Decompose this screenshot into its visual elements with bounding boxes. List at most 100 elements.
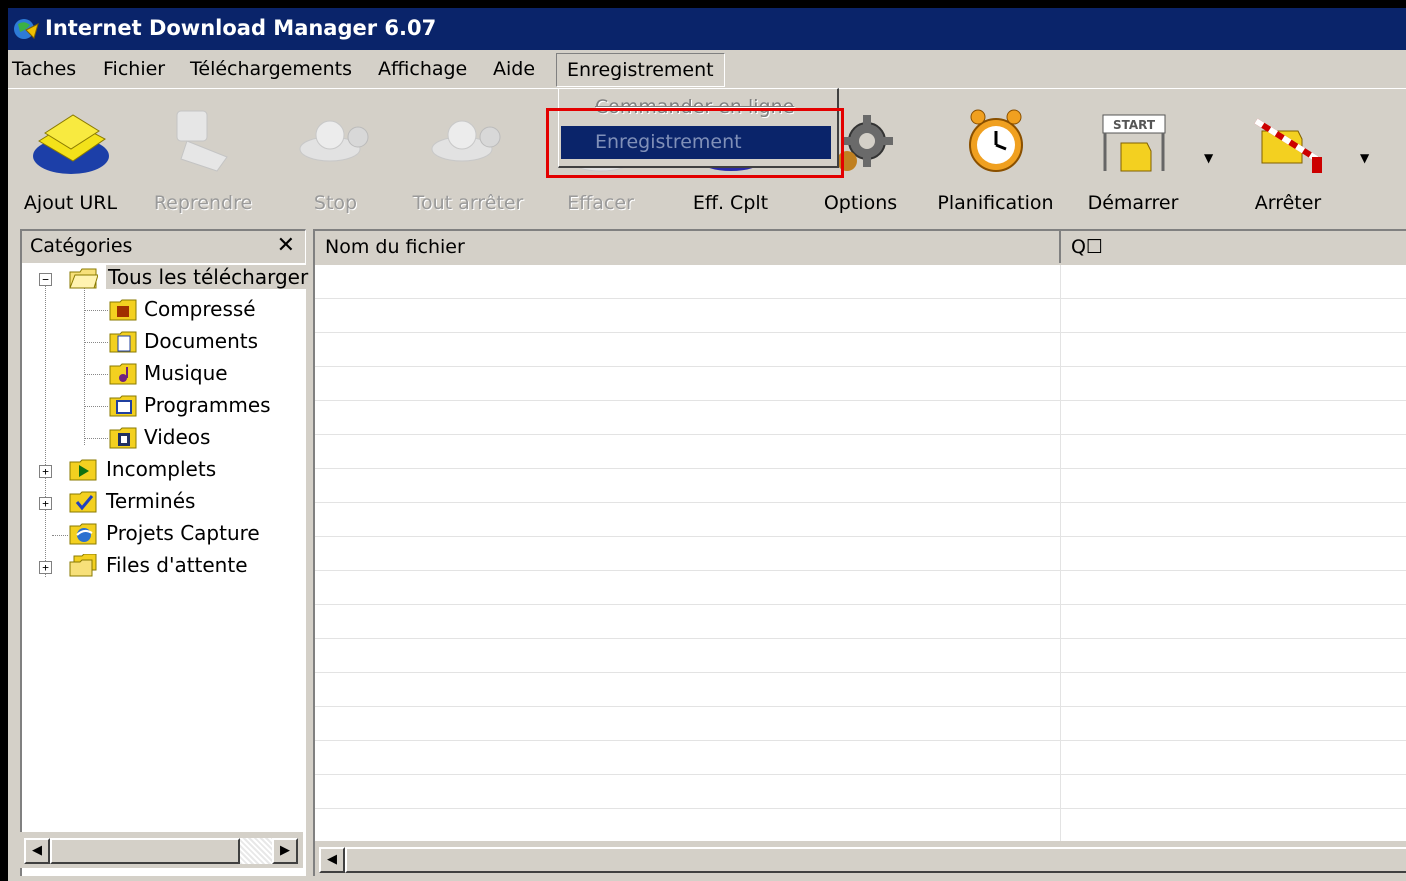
scheduler-button[interactable]: Planification <box>928 89 1063 224</box>
table-row[interactable] <box>315 571 1406 605</box>
tree-item-finished[interactable]: + Terminés <box>22 487 305 517</box>
folder-document-icon <box>109 331 137 353</box>
scrollbar-track[interactable] <box>240 838 272 864</box>
resume-icon <box>176 110 228 172</box>
tree-item-label: Programmes <box>144 393 271 417</box>
tree-item-all-downloads[interactable]: − Tous les télécharger <box>22 263 311 293</box>
categories-panel: Catégories ✕ − Tous les télécharger Comp… <box>20 229 311 876</box>
table-row[interactable] <box>315 503 1406 537</box>
column-label: Nom du fichier <box>325 236 465 258</box>
menu-bar: Taches Fichier Téléchargements Affichage… <box>8 50 1406 87</box>
menu-enregistrement[interactable]: Enregistrement <box>556 53 725 87</box>
list-horizontal-scrollbar[interactable]: ◀ <box>315 841 1406 876</box>
table-row[interactable] <box>315 265 1406 299</box>
table-row[interactable] <box>315 435 1406 469</box>
table-row[interactable] <box>315 673 1406 707</box>
scrollbar-thumb[interactable] <box>345 847 1406 873</box>
column-filename[interactable]: Nom du fichier <box>315 231 1061 263</box>
start-queue-label: Démarrer <box>1087 192 1179 214</box>
table-row[interactable] <box>315 299 1406 333</box>
table-row[interactable] <box>315 367 1406 401</box>
folder-incomplete-icon <box>69 459 97 481</box>
tree-item-programs[interactable]: Programmes <box>22 391 305 421</box>
options-label: Options <box>823 192 898 214</box>
table-row[interactable] <box>315 401 1406 435</box>
table-row[interactable] <box>315 741 1406 775</box>
start-queue-button[interactable]: START Démarrer <box>1068 89 1198 224</box>
tree-item-label: Projets Capture <box>106 521 260 545</box>
collapse-icon[interactable]: − <box>39 273 52 286</box>
tree-item-compressed[interactable]: Compressé <box>22 295 305 325</box>
tree-item-label: Musique <box>144 361 228 385</box>
add-url-button[interactable]: Ajout URL <box>8 89 133 224</box>
add-url-icon <box>32 114 109 174</box>
scroll-left-icon[interactable]: ◀ <box>319 847 345 873</box>
expand-icon[interactable]: + <box>39 497 52 510</box>
stop-queue-button[interactable]: Arrêter <box>1223 89 1353 224</box>
categories-header: Catégories ✕ <box>22 231 305 263</box>
tree-item-label: Tous les télécharger <box>106 265 311 289</box>
window-title: Internet Download Manager 6.07 <box>45 16 437 40</box>
close-icon[interactable]: ✕ <box>277 233 295 258</box>
list-header: Nom du fichier Q☐ <box>315 231 1406 265</box>
stop-all-label: Tout arrêter <box>412 192 524 214</box>
expand-icon[interactable]: + <box>39 465 52 478</box>
column-size[interactable]: Q☐ <box>1061 231 1406 263</box>
menu-affichage[interactable]: Affichage <box>378 55 467 83</box>
scroll-right-icon[interactable]: ▶ <box>272 838 298 864</box>
table-row[interactable] <box>315 775 1406 809</box>
stop-queue-icon <box>1254 118 1322 173</box>
scroll-left-icon[interactable]: ◀ <box>24 838 50 864</box>
stop-all-button[interactable]: Tout arrêter <box>403 89 533 224</box>
svg-text:START: START <box>1113 118 1156 132</box>
stop-button[interactable]: Stop <box>273 89 398 224</box>
folder-program-icon <box>109 395 137 417</box>
expand-icon[interactable]: + <box>39 561 52 574</box>
menu-fichier[interactable]: Fichier <box>103 55 165 83</box>
download-list: Nom du fichier Q☐ ◀ <box>313 229 1406 876</box>
table-row[interactable] <box>315 333 1406 367</box>
tree-item-queues[interactable]: + Files d'attente <box>22 551 305 581</box>
tree-item-label: Files d'attente <box>106 553 248 577</box>
table-row[interactable] <box>315 809 1406 843</box>
categories-horizontal-scrollbar[interactable]: ◀ ▶ <box>20 832 303 868</box>
tree-item-label: Documents <box>144 329 259 353</box>
start-queue-icon: START <box>1102 114 1166 172</box>
scrollbar-thumb[interactable] <box>50 838 240 864</box>
folder-music-icon <box>109 363 137 385</box>
tree-item-videos[interactable]: Videos <box>22 423 305 453</box>
menu-telechargements[interactable]: Téléchargements <box>190 55 352 83</box>
folder-video-icon <box>109 427 137 449</box>
delete-completed-label: Eff. Cplt <box>692 192 769 214</box>
title-bar[interactable]: Internet Download Manager 6.07 <box>8 8 1406 50</box>
tree-item-label: Incomplets <box>106 457 217 481</box>
tree-item-grabber-projects[interactable]: Projets Capture <box>22 519 305 549</box>
tree-item-music[interactable]: Musique <box>22 359 305 389</box>
resume-label: Reprendre <box>153 192 253 214</box>
stop-icon <box>299 120 368 162</box>
tree-item-label: Videos <box>144 425 211 449</box>
column-divider <box>1060 265 1061 841</box>
tree-item-incomplete[interactable]: + Incomplets <box>22 455 305 485</box>
stop-all-icon <box>431 120 501 162</box>
alarm-clock-icon <box>968 109 1023 172</box>
folder-archive-icon <box>109 299 137 321</box>
tree-item-label: Compressé <box>144 297 256 321</box>
menu-aide[interactable]: Aide <box>493 55 535 83</box>
table-row[interactable] <box>315 469 1406 503</box>
folder-finished-icon <box>69 491 97 513</box>
add-url-label: Ajout URL <box>23 192 118 214</box>
resume-button[interactable]: Reprendre <box>138 89 268 224</box>
start-queue-dropdown-icon[interactable]: ▼ <box>1204 151 1218 165</box>
annotation-highlight-box <box>546 108 844 178</box>
folder-queues-icon <box>69 554 97 577</box>
stop-queue-dropdown-icon[interactable]: ▼ <box>1360 151 1374 165</box>
table-row[interactable] <box>315 707 1406 741</box>
table-row[interactable] <box>315 639 1406 673</box>
menu-taches[interactable]: Taches <box>12 55 76 83</box>
folder-open-icon <box>69 268 98 289</box>
delete-label: Effacer <box>567 192 634 214</box>
table-row[interactable] <box>315 537 1406 571</box>
table-row[interactable] <box>315 605 1406 639</box>
tree-item-documents[interactable]: Documents <box>22 327 305 357</box>
